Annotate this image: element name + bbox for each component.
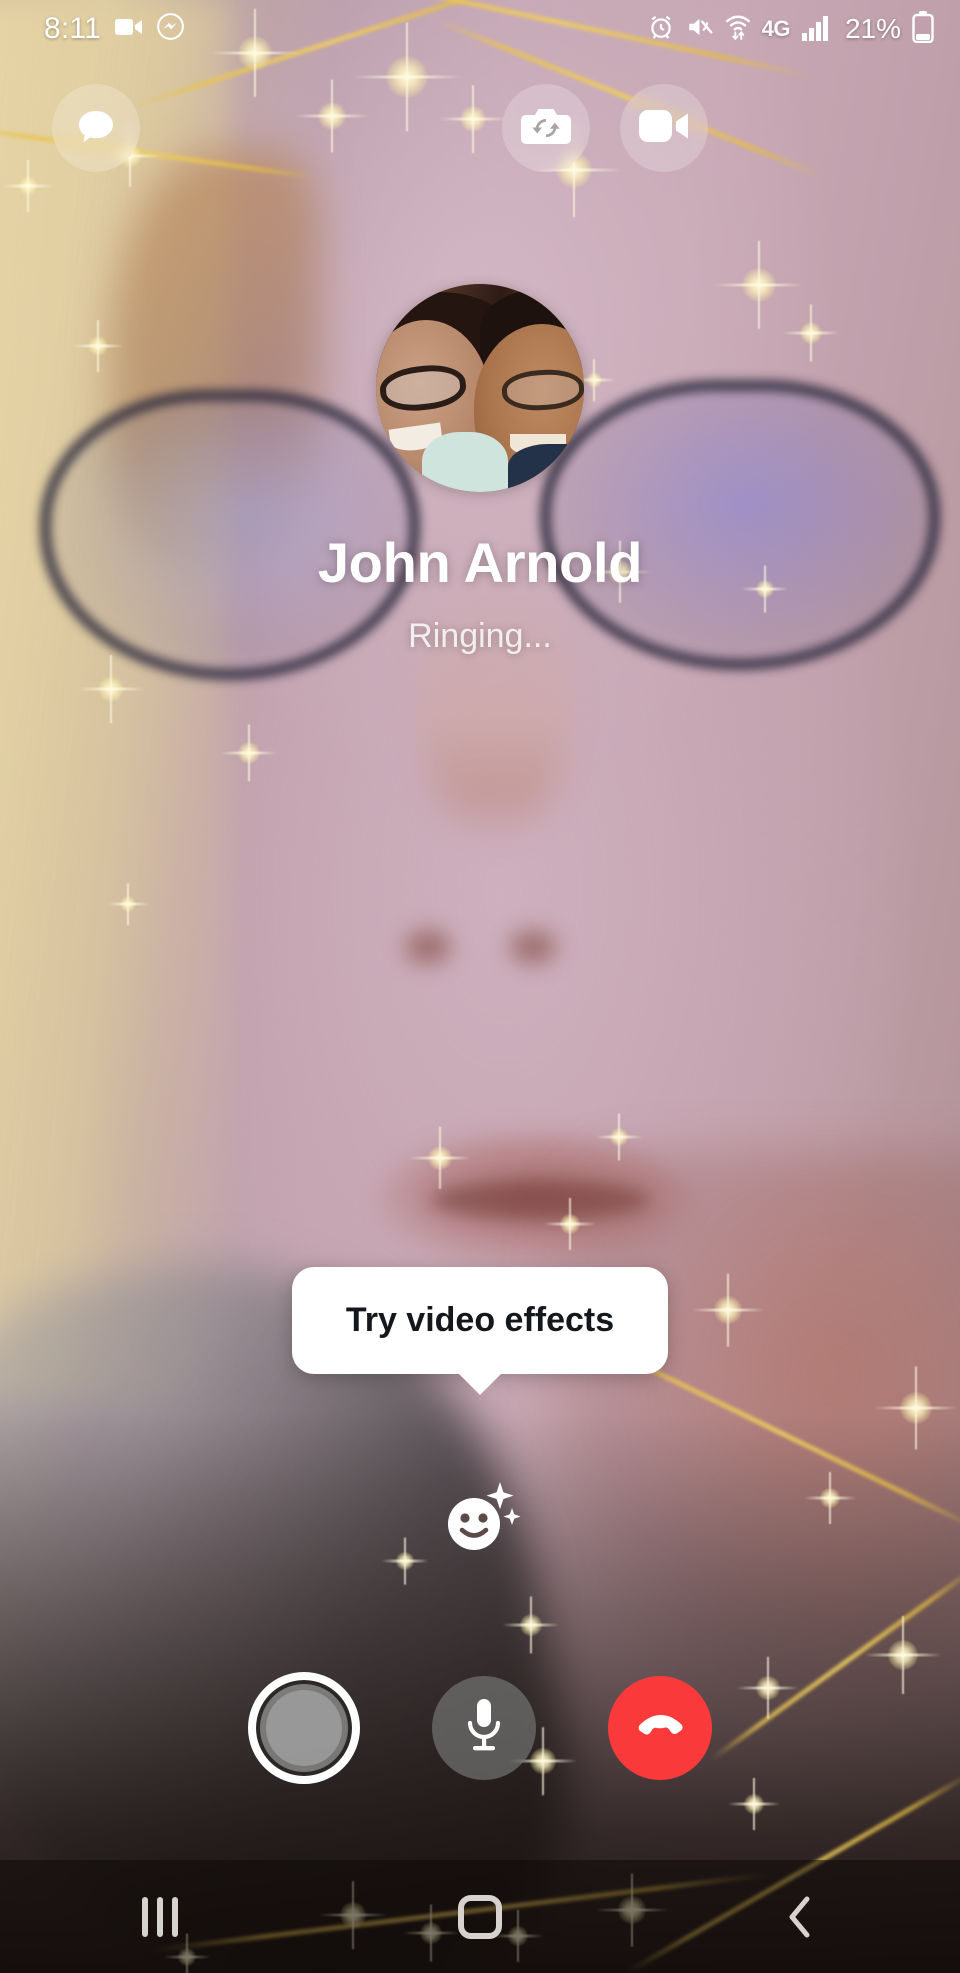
microphone-button[interactable] [432, 1676, 536, 1780]
video-nostril-right [510, 930, 556, 964]
video-camera-icon [638, 108, 690, 149]
back-icon [783, 1893, 817, 1941]
end-call-icon [631, 1707, 689, 1750]
messenger-icon [157, 13, 184, 45]
flip-camera-icon [520, 103, 572, 154]
system-nav-bar [0, 1860, 960, 1973]
smiley-sparkle-icon [438, 1474, 522, 1563]
battery-percent: 21% [844, 13, 901, 44]
alarm-icon [647, 13, 675, 46]
network-4g-icon: 4G [761, 16, 791, 41]
status-bar-left: 8:11 [44, 12, 184, 46]
call-status: Ringing... [408, 617, 552, 655]
microphone-icon [462, 1697, 506, 1760]
recents-button[interactable] [85, 1860, 235, 1973]
battery-icon [912, 10, 934, 48]
video-call-screen: 8:11 4G 21% John Arnold Ringing... Try v… [0, 0, 960, 1973]
shutter-button[interactable] [248, 1672, 360, 1784]
flip-camera-button[interactable] [502, 84, 590, 172]
chat-bubble-icon [71, 101, 121, 156]
status-time: 8:11 [44, 12, 101, 45]
video-effects-button[interactable] [432, 1470, 528, 1566]
status-bar: 8:11 4G 21% [0, 0, 960, 58]
back-button[interactable] [725, 1860, 875, 1973]
avatar-photo [376, 284, 584, 492]
signal-bars-icon [801, 13, 831, 46]
end-call-button[interactable] [608, 1676, 712, 1780]
callee-info: John Arnold Ringing... [0, 284, 960, 656]
tooltip-text: Try video effects [291, 1267, 669, 1374]
tooltip-arrow [458, 1373, 502, 1395]
home-icon [458, 1894, 502, 1939]
volume-muted-icon [686, 14, 714, 45]
chat-button[interactable] [52, 84, 140, 172]
recents-icon [142, 1896, 178, 1937]
video-nostril-left [405, 930, 451, 964]
wifi-icon [725, 13, 751, 46]
video-recording-icon [114, 17, 143, 42]
shutter-icon [266, 1690, 342, 1766]
top-controls [0, 84, 960, 172]
video-toggle-button[interactable] [620, 84, 708, 172]
home-button[interactable] [405, 1860, 555, 1973]
video-effects-tooltip: Try video effects [0, 1267, 960, 1395]
call-action-bar [0, 1648, 960, 1808]
callee-name: John Arnold [317, 531, 643, 594]
avatar [376, 284, 584, 492]
status-bar-right: 4G 21% [647, 10, 934, 48]
